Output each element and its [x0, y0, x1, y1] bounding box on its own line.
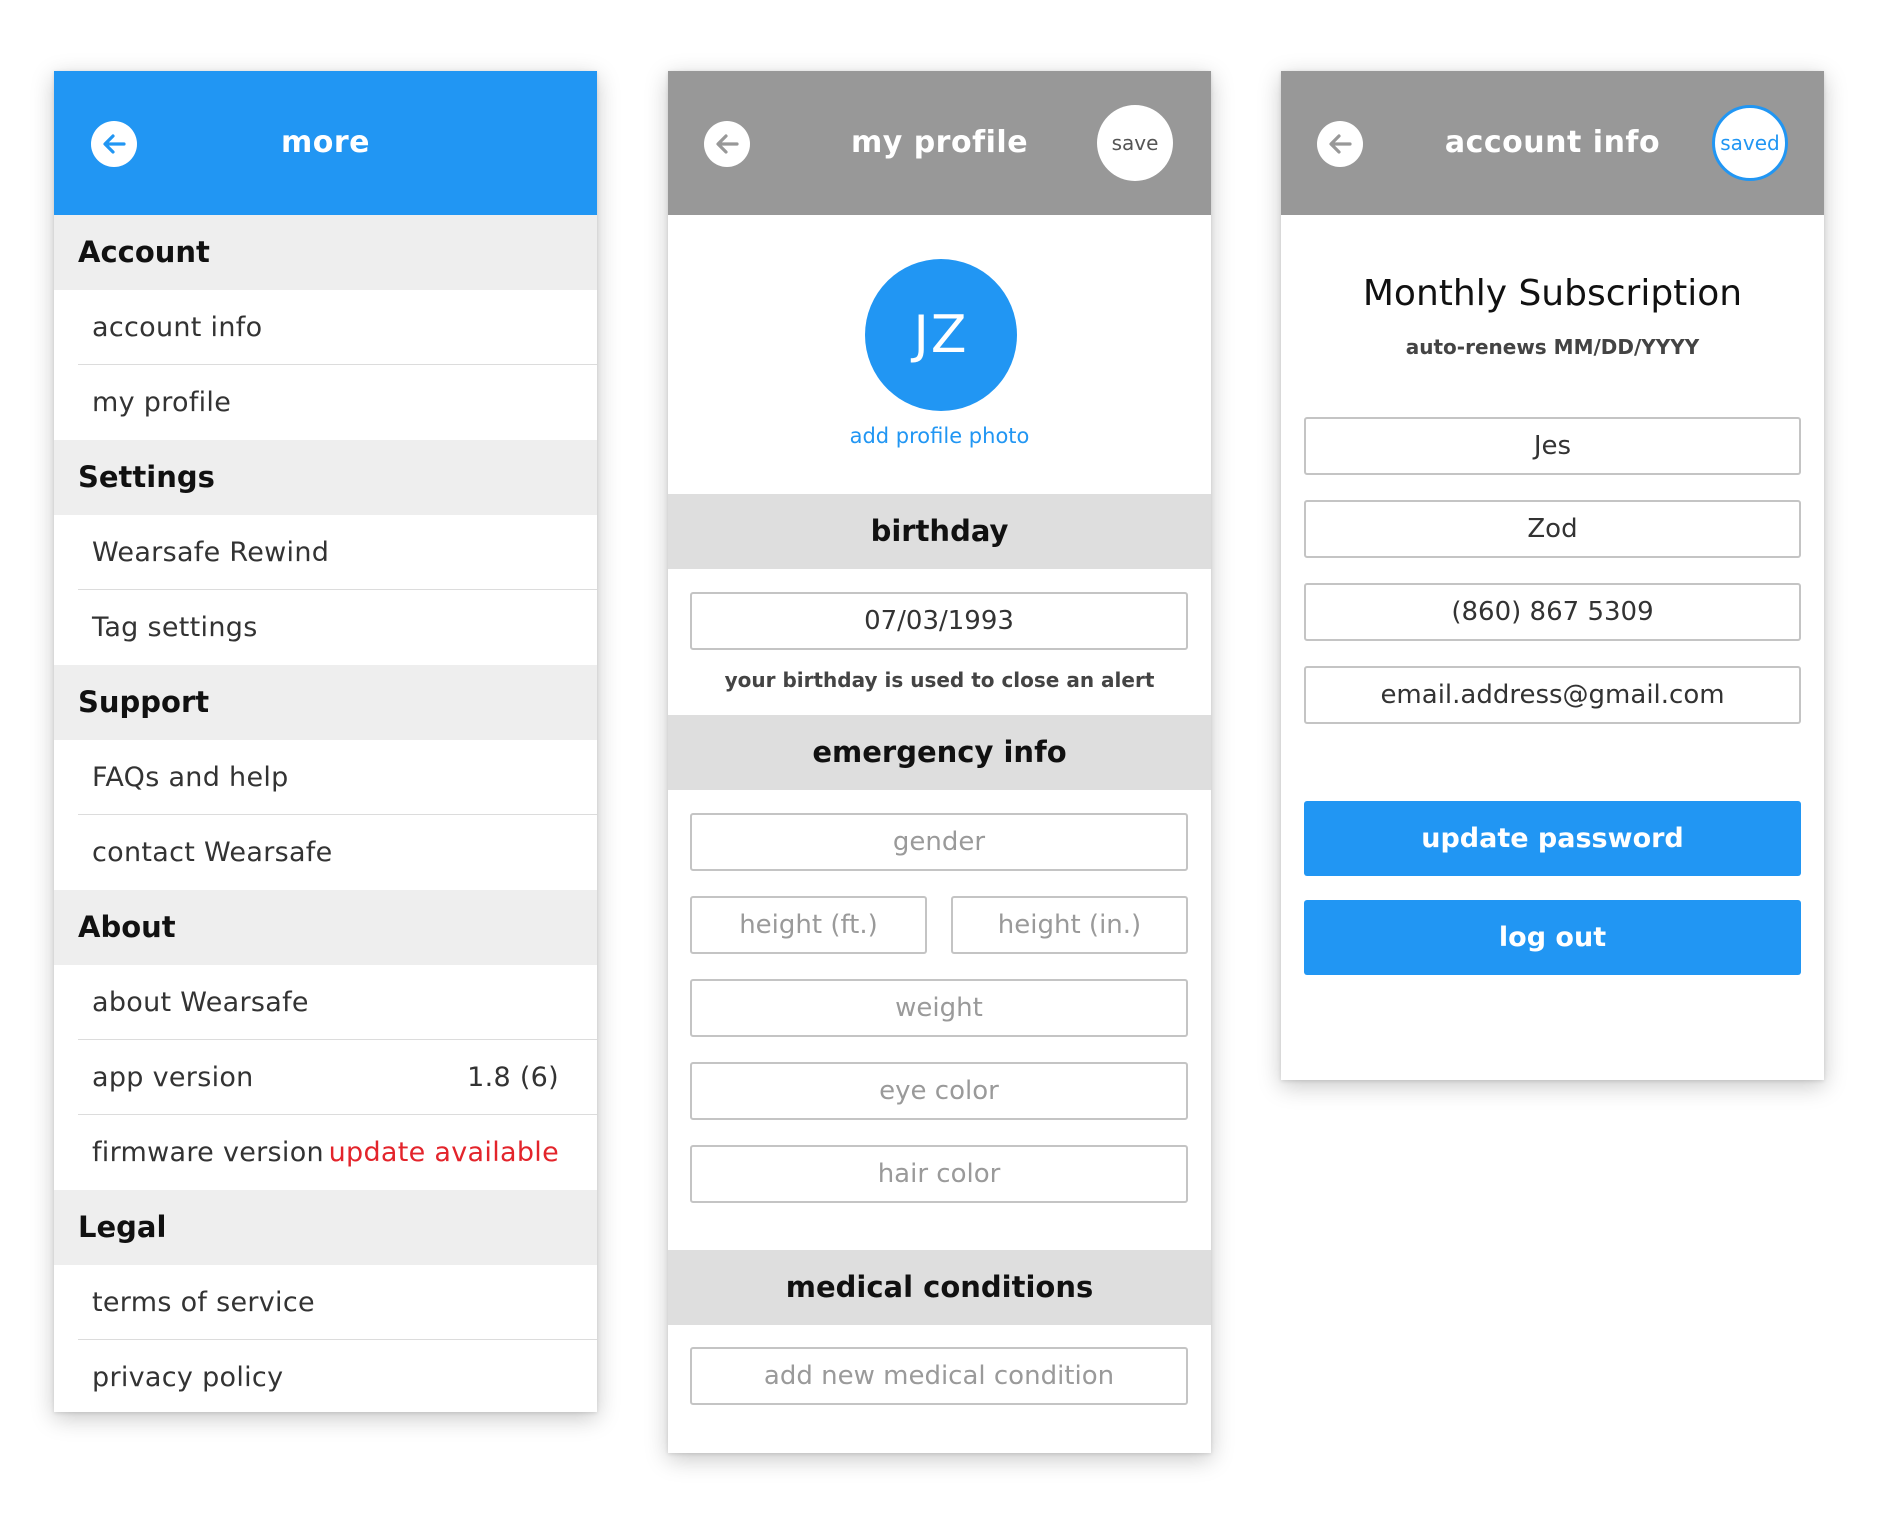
- menu-item-app-version: app version 1.8 (6): [54, 1040, 597, 1115]
- save-button[interactable]: save: [1097, 105, 1173, 181]
- add-profile-photo-link[interactable]: add profile photo: [668, 424, 1211, 448]
- app-version-value: 1.8 (6): [467, 1062, 559, 1093]
- menu-item-contact[interactable]: contact Wearsafe: [54, 815, 597, 890]
- avatar[interactable]: JZ: [865, 259, 1017, 411]
- height-ft-field[interactable]: height (ft.): [690, 896, 927, 954]
- profile-header: my profile save: [668, 71, 1211, 215]
- subscription-title: Monthly Subscription: [1362, 273, 1743, 314]
- account-header: account info saved: [1281, 71, 1824, 215]
- more-header: more: [54, 71, 597, 215]
- menu-item-terms[interactable]: terms of service: [54, 1265, 597, 1340]
- email-field[interactable]: email.address@gmail.com: [1304, 666, 1801, 724]
- menu-item-account-info[interactable]: account info: [54, 290, 597, 365]
- menu-item-tag-settings[interactable]: Tag settings: [54, 590, 597, 665]
- firmware-update-link[interactable]: update available: [329, 1115, 559, 1190]
- menu-item-faqs[interactable]: FAQs and help: [54, 740, 597, 815]
- first-name-field[interactable]: Jes: [1304, 417, 1801, 475]
- menu-item-privacy[interactable]: privacy policy: [54, 1340, 597, 1412]
- more-screen: more Account account info my profile Set…: [54, 71, 597, 1412]
- birthday-field[interactable]: 07/03/1993: [690, 592, 1188, 650]
- section-header-medical-conditions: medical conditions: [668, 1250, 1211, 1325]
- hair-color-field[interactable]: hair color: [690, 1145, 1188, 1203]
- gender-field[interactable]: gender: [690, 813, 1188, 871]
- weight-field[interactable]: weight: [690, 979, 1188, 1037]
- height-in-field[interactable]: height (in.): [951, 896, 1188, 954]
- section-header-legal: Legal: [54, 1190, 597, 1265]
- saved-button[interactable]: saved: [1712, 105, 1788, 181]
- firmware-version-label: firmware version: [92, 1137, 324, 1168]
- phone-field[interactable]: (860) 867 5309: [1304, 583, 1801, 641]
- log-out-button[interactable]: log out: [1304, 900, 1801, 975]
- section-header-settings: Settings: [54, 440, 597, 515]
- section-header-about: About: [54, 890, 597, 965]
- app-version-label: app version: [92, 1062, 254, 1093]
- profile-screen: my profile save JZ add profile photo bir…: [668, 71, 1211, 1453]
- update-password-button[interactable]: update password: [1304, 801, 1801, 876]
- section-header-birthday: birthday: [668, 494, 1211, 569]
- add-medical-condition-field[interactable]: add new medical condition: [690, 1347, 1188, 1405]
- page-title: more: [280, 125, 370, 160]
- menu-item-my-profile[interactable]: my profile: [54, 365, 597, 440]
- account-screen: account info saved Monthly Subscription …: [1281, 71, 1824, 1080]
- subscription-renewal-note: auto-renews MM/DD/YYYY: [1405, 335, 1700, 359]
- menu-item-about-wearsafe[interactable]: about Wearsafe: [54, 965, 597, 1040]
- section-header-account: Account: [54, 215, 597, 290]
- menu-item-wearsafe-rewind[interactable]: Wearsafe Rewind: [54, 515, 597, 590]
- section-header-emergency-info: emergency info: [668, 715, 1211, 790]
- birthday-note: your birthday is used to close an alert: [724, 668, 1155, 692]
- section-header-support: Support: [54, 665, 597, 740]
- eye-color-field[interactable]: eye color: [690, 1062, 1188, 1120]
- last-name-field[interactable]: Zod: [1304, 500, 1801, 558]
- menu-item-firmware-version[interactable]: firmware version update available: [54, 1115, 597, 1190]
